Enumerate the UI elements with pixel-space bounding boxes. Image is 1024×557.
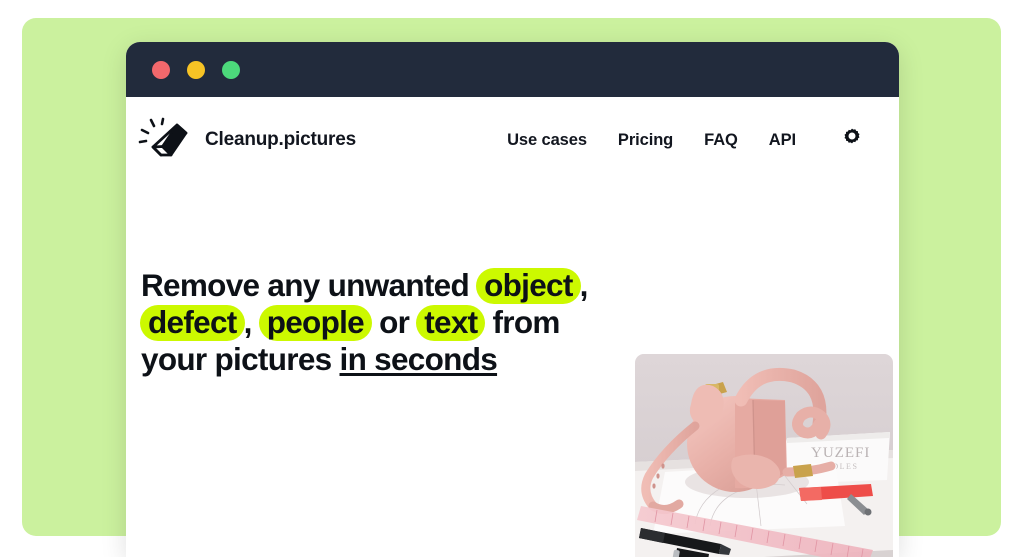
hero-photo: YUZEFI BUNDLES	[635, 354, 893, 557]
headline-highlight-object: object	[476, 268, 581, 305]
nav-link-faq[interactable]: FAQ	[704, 131, 738, 150]
browser-window: Cleanup.pictures Use cases Pricing FAQ A…	[126, 42, 899, 557]
window-maximize-button[interactable]	[222, 60, 240, 79]
headline-underlined-in-seconds: in seconds	[339, 341, 498, 378]
headline-part-2: ,	[579, 267, 589, 303]
eraser-icon	[138, 117, 192, 163]
window-close-button[interactable]	[152, 60, 170, 79]
window-minimize-button[interactable]	[187, 60, 205, 79]
browser-titlebar	[126, 42, 899, 97]
headline-part-3: ,	[243, 304, 260, 341]
screenshot-stage: Cleanup.pictures Use cases Pricing FAQ A…	[0, 0, 1024, 557]
main-navigation: Use cases Pricing FAQ API	[507, 127, 865, 153]
headline-highlight-text: text	[416, 305, 486, 342]
headline-highlight-people: people	[258, 305, 373, 342]
site-header: Cleanup.pictures Use cases Pricing FAQ A…	[126, 97, 899, 183]
nav-link-api[interactable]: API	[769, 131, 796, 150]
hero-headline: Remove any unwanted object, defect, peop…	[140, 267, 601, 378]
headline-part-1: Remove any unwanted	[141, 267, 478, 303]
gear-icon	[840, 127, 864, 154]
settings-button[interactable]	[839, 127, 865, 153]
brand-logo[interactable]: Cleanup.pictures	[138, 117, 356, 163]
nav-link-pricing[interactable]: Pricing	[618, 131, 673, 150]
site-content: Cleanup.pictures Use cases Pricing FAQ A…	[126, 97, 899, 557]
brand-name: Cleanup.pictures	[205, 129, 356, 150]
svg-text:YUZEFI: YUZEFI	[811, 445, 870, 461]
headline-highlight-defect: defect	[140, 305, 245, 342]
nav-link-use-cases[interactable]: Use cases	[507, 131, 587, 150]
headline-part-4: or	[371, 304, 418, 341]
